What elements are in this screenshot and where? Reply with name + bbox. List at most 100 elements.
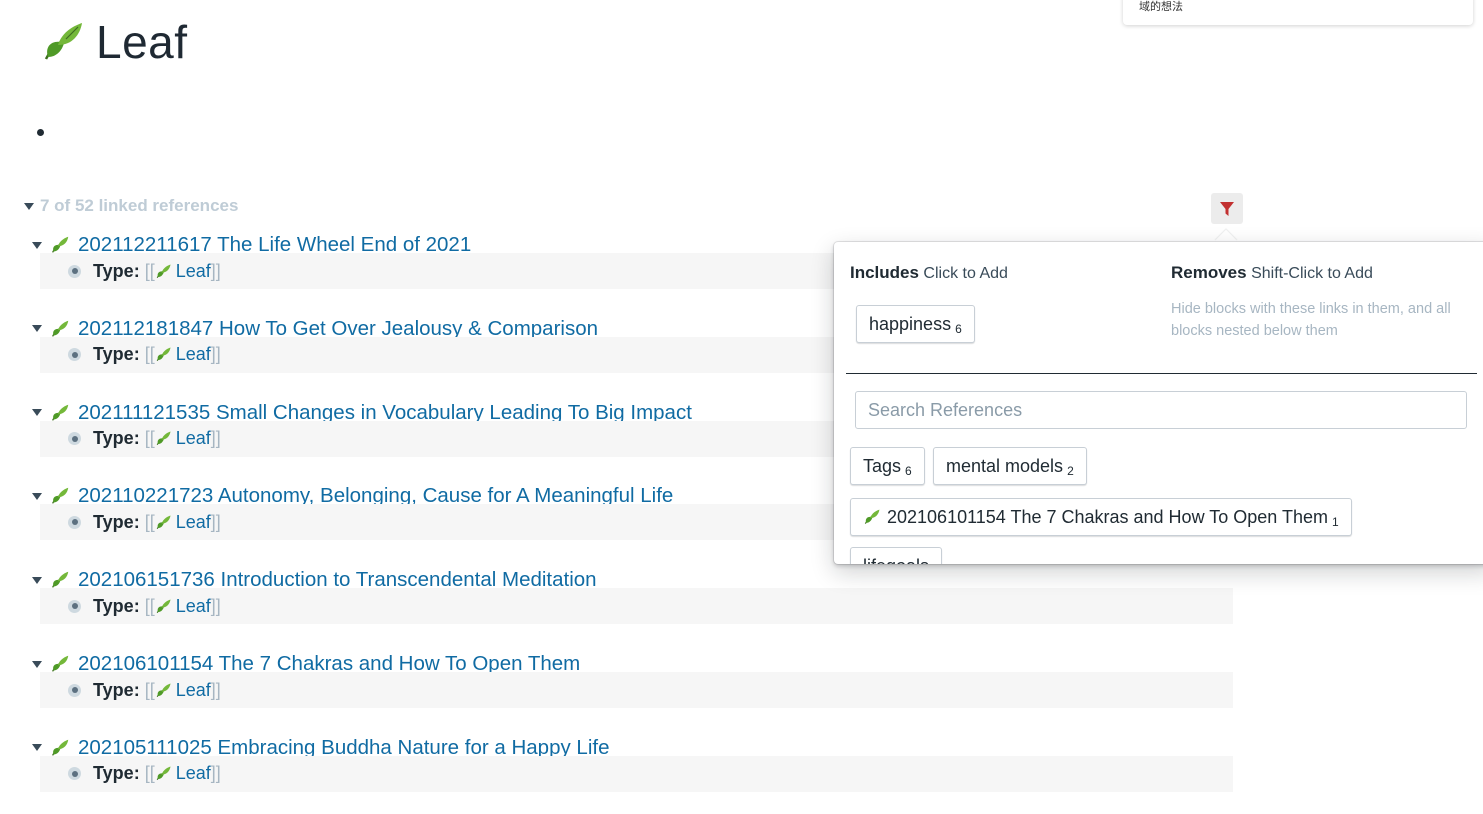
popover-divider — [846, 373, 1477, 374]
block-bullet[interactable] — [68, 767, 81, 781]
block-bullet[interactable] — [68, 599, 81, 613]
ref-chip-lifegoals[interactable]: lifegoals — [850, 547, 943, 565]
ref-chip-tags[interactable]: Tags 6 — [850, 447, 925, 485]
block-bullet[interactable] — [68, 348, 81, 362]
removes-description: Hide blocks with these links in them, an… — [1171, 301, 1451, 339]
chip-label: mental models — [946, 455, 1064, 476]
open-bracket: [[ — [144, 344, 155, 365]
block-text: Type : [[ Leaf ]] — [93, 512, 221, 533]
page-link-leaf[interactable]: Leaf — [176, 428, 211, 449]
caret-down-icon[interactable] — [24, 202, 34, 210]
linked-references-header[interactable]: 7 of 52 linked references — [24, 196, 238, 216]
leaf-icon — [156, 347, 171, 362]
close-bracket: ]] — [210, 511, 221, 532]
block-text: Type : [[ Leaf ]] — [93, 763, 221, 784]
leaf-icon — [52, 655, 69, 672]
chip-count: 6 — [955, 322, 962, 336]
includes-heading: Includes Click to Add — [850, 263, 1008, 283]
caret-down-icon[interactable] — [32, 660, 42, 668]
attribute-colon: : — [133, 763, 140, 784]
attribute-name[interactable]: Type — [93, 596, 134, 617]
open-bracket: [[ — [144, 260, 155, 281]
reference-block[interactable]: Type : [[ Leaf ]] — [40, 588, 1233, 625]
attribute-colon: : — [133, 679, 140, 700]
filter-button[interactable] — [1211, 193, 1243, 224]
attribute-colon: : — [133, 344, 140, 365]
includes-label: Includes — [850, 263, 919, 282]
close-bracket: ]] — [210, 344, 221, 365]
attribute-name[interactable]: Type — [93, 344, 134, 365]
block-text: Type : [[ Leaf ]] — [93, 344, 221, 365]
page-link-leaf[interactable]: Leaf — [176, 680, 211, 701]
page-link-leaf[interactable]: Leaf — [176, 596, 211, 617]
caret-down-icon[interactable] — [32, 325, 42, 333]
page-link-leaf[interactable]: Leaf — [176, 261, 211, 282]
removes-heading: Removes Shift-Click to Add — [1171, 263, 1373, 283]
linked-references-count: 7 of 52 linked references — [40, 196, 239, 215]
block-bullet[interactable] — [68, 264, 81, 278]
funnel-icon — [1220, 201, 1234, 216]
included-chip-happiness[interactable]: happiness 6 — [856, 305, 975, 343]
caret-down-icon[interactable] — [32, 241, 42, 249]
leaf-icon — [156, 263, 171, 278]
page-link-leaf[interactable]: Leaf — [176, 344, 211, 365]
attribute-name[interactable]: Type — [93, 512, 134, 533]
chip-count: 2 — [1067, 464, 1074, 478]
block-text: Type : [[ Leaf ]] — [93, 261, 221, 282]
chip-label: lifegoals — [863, 556, 929, 565]
page-title-text: Leaf — [96, 16, 188, 68]
attribute-colon: : — [133, 260, 140, 281]
caret-down-icon[interactable] — [32, 576, 42, 584]
chip-label: 202106101154 The 7 Chakras and How To Op… — [887, 506, 1328, 527]
removes-hint: Shift-Click to Add — [1251, 265, 1373, 282]
open-bracket: [[ — [144, 595, 155, 616]
ref-chip-chakras[interactable]: 202106101154 The 7 Chakras and How To Op… — [850, 498, 1352, 536]
page-title: Leaf — [40, 14, 188, 70]
block-text: Type : [[ Leaf ]] — [93, 596, 221, 617]
leaf-icon — [44, 23, 82, 60]
ref-chip-mental-models[interactable]: mental models 2 — [933, 447, 1087, 485]
attribute-name[interactable]: Type — [93, 763, 134, 784]
leaf-icon — [52, 571, 69, 588]
chip-label: Tags — [863, 455, 902, 476]
block-bullet[interactable] — [68, 683, 81, 697]
chip-count: 1 — [1331, 515, 1339, 529]
open-bracket: [[ — [144, 511, 155, 532]
open-bracket: [[ — [144, 763, 155, 784]
leaf-icon — [156, 599, 171, 613]
hover-tooltip: 域的想法 — [1123, 0, 1473, 25]
leaf-icon — [156, 766, 171, 781]
block-bullet[interactable] — [68, 432, 81, 446]
leaf-icon — [864, 509, 880, 524]
open-bracket: [[ — [144, 428, 155, 449]
close-bracket: ]] — [210, 595, 221, 616]
attribute-name[interactable]: Type — [93, 680, 134, 701]
removes-label: Removes — [1171, 263, 1247, 282]
block-text: Type : [[ Leaf ]] — [93, 680, 221, 701]
chip-label: happiness — [869, 313, 952, 334]
leaf-icon — [52, 404, 69, 421]
close-bracket: ]] — [210, 260, 221, 281]
page-link-leaf[interactable]: Leaf — [176, 512, 211, 533]
tooltip-text: 域的想法 — [1139, 1, 1183, 13]
leaf-icon — [156, 682, 171, 697]
attribute-name[interactable]: Type — [93, 261, 134, 282]
caret-down-icon[interactable] — [32, 744, 42, 752]
page-link-leaf[interactable]: Leaf — [176, 763, 211, 784]
leaf-icon — [52, 236, 69, 253]
leaf-icon — [52, 320, 69, 337]
attribute-name[interactable]: Type — [93, 428, 134, 449]
attribute-colon: : — [133, 595, 140, 616]
search-references-input[interactable] — [855, 391, 1467, 429]
reference-block[interactable]: Type : [[ Leaf ]] — [40, 672, 1233, 708]
empty-block-bullet[interactable] — [37, 129, 44, 136]
leaf-icon — [52, 488, 69, 505]
leaf-icon — [156, 431, 171, 446]
block-text: Type : [[ Leaf ]] — [93, 428, 221, 449]
block-bullet[interactable] — [68, 515, 81, 529]
reference-block[interactable]: Type : [[ Leaf ]] — [40, 755, 1233, 792]
attribute-colon: : — [133, 511, 140, 532]
caret-down-icon[interactable] — [32, 409, 42, 417]
caret-down-icon[interactable] — [32, 492, 42, 500]
filter-popover: Includes Click to Add Removes Shift-Clic… — [834, 242, 1483, 564]
